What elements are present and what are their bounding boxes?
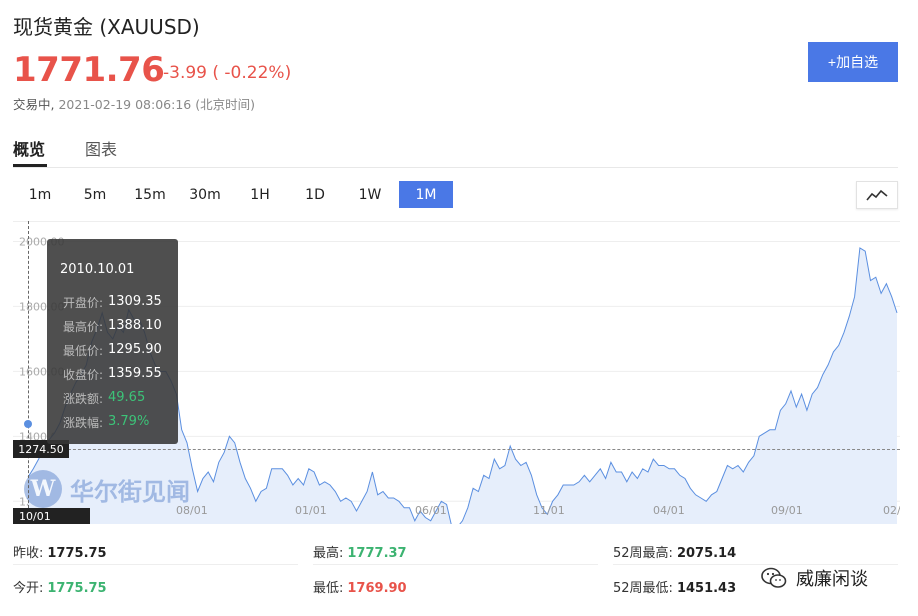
tab-bar: 概览 图表 [13, 131, 898, 168]
stat-value: 1775.75 [47, 581, 107, 596]
divider [313, 564, 598, 565]
stat-label: 52周最低: [613, 581, 673, 596]
stat-value: 1769.90 [347, 581, 407, 596]
wallstreetcn-logo-icon: W [24, 470, 62, 508]
period-1m[interactable]: 1m [13, 181, 67, 208]
stat-52w-high: 52周最高: 2075.14 [613, 542, 736, 570]
x-tick-label: 11/01 [533, 504, 565, 517]
stat-52w-low: 52周最低: 1451.43 [613, 577, 736, 605]
tooltip-row-high: 最高价: 1388.10 [63, 318, 162, 335]
period-1d[interactable]: 1D [288, 181, 342, 208]
period-1mo[interactable]: 1M [399, 181, 453, 208]
tooltip-label: 开盘价: [63, 296, 104, 310]
tooltip-label: 收盘价: [63, 368, 104, 382]
crosshair-vertical [28, 221, 29, 523]
stat-prev-close: 昨收: 1775.75 [13, 542, 107, 570]
stat-label: 52周最高: [613, 546, 673, 561]
period-1w[interactable]: 1W [343, 181, 397, 208]
line-chart-icon [866, 189, 888, 201]
tooltip-label: 最高价: [63, 320, 104, 334]
x-tick-label: 04/01 [653, 504, 685, 517]
tooltip-value: 1388.10 [108, 318, 162, 333]
stat-value: 1775.75 [47, 546, 107, 561]
current-price: 1771.76 [13, 50, 165, 90]
active-tab-indicator [13, 164, 47, 167]
period-1h[interactable]: 1H [233, 181, 287, 208]
wechat-icon [761, 567, 787, 588]
stat-label: 最低: [313, 581, 344, 596]
x-tick-label: 09/01 [771, 504, 803, 517]
stat-high: 最高: 1777.37 [313, 542, 407, 570]
tooltip-date: 2010.10.01 [60, 262, 135, 277]
stat-open: 今开: 1775.75 [13, 577, 107, 605]
stat-label: 今开: [13, 581, 44, 596]
period-5m[interactable]: 5m [68, 181, 122, 208]
x-tick-label: 02/01 [883, 504, 900, 517]
tooltip-value: 1309.35 [108, 294, 162, 309]
chart-type-button[interactable] [856, 181, 898, 209]
source-credit: 威廉闲谈 [760, 565, 868, 591]
x-tick-label: 01/01 [295, 504, 327, 517]
watermark: W 华尔街见闻 [24, 470, 190, 508]
stat-value: 1777.37 [347, 546, 407, 561]
stat-label: 最高: [313, 546, 344, 561]
price-change: -3.99 ( -0.22%) [163, 63, 292, 83]
tooltip-value: 3.79% [108, 414, 150, 429]
timestamp: 2021-02-19 08:06:16 (北京时间) [58, 97, 255, 112]
ohlc-tooltip: 2010.10.01 开盘价: 1309.35 最高价: 1388.10 最低价… [47, 239, 178, 444]
tooltip-value: 49.65 [108, 390, 146, 405]
tooltip-row-change-pct: 涨跌幅: 3.79% [63, 414, 149, 431]
tooltip-row-open: 开盘价: 1309.35 [63, 294, 162, 311]
tooltip-label: 涨跌幅: [63, 416, 104, 430]
stat-value: 1451.43 [676, 581, 737, 596]
x-tick-label: 06/01 [415, 504, 447, 517]
stat-value: 2075.14 [676, 546, 737, 561]
period-15m[interactable]: 15m [123, 181, 177, 208]
instrument-title: 现货黄金 (XAUUSD) [13, 15, 200, 39]
tooltip-value: 1295.90 [108, 342, 162, 357]
crosshair-horizontal [13, 449, 900, 450]
tab-chart[interactable]: 图表 [85, 136, 117, 160]
watermark-text: 华尔街见闻 [70, 476, 190, 506]
status-label: 交易中, [13, 97, 55, 112]
tooltip-value: 1359.55 [108, 366, 162, 381]
add-to-watchlist-button[interactable]: +加自选 [808, 42, 898, 82]
crosshair-date-tag: 10/01 [13, 508, 90, 524]
tab-overview[interactable]: 概览 [13, 136, 45, 160]
trading-status: 交易中, 2021-02-19 08:06:16 (北京时间) [13, 94, 255, 113]
divider [13, 564, 298, 565]
period-30m[interactable]: 30m [178, 181, 232, 208]
stat-label: 昨收: [13, 546, 44, 561]
tooltip-label: 涨跌额: [63, 392, 104, 406]
tooltip-row-low: 最低价: 1295.90 [63, 342, 162, 359]
crosshair-point [24, 420, 32, 428]
tooltip-label: 最低价: [63, 344, 104, 358]
source-name: 威廉闲谈 [796, 569, 868, 590]
tooltip-row-change: 涨跌额: 49.65 [63, 390, 145, 407]
stat-low: 最低: 1769.90 [313, 577, 407, 605]
tooltip-row-close: 收盘价: 1359.55 [63, 366, 162, 383]
